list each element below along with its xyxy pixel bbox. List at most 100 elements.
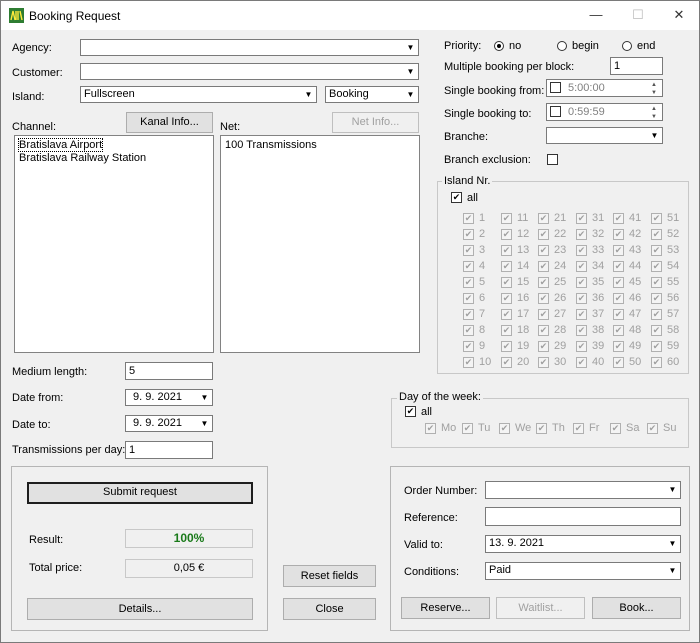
island-checkbox[interactable]: ✔ [538, 245, 549, 256]
day-checkbox[interactable]: ✔ [610, 423, 621, 434]
island-checkbox[interactable]: ✔ [463, 293, 474, 304]
spinner-icon[interactable]: ▲ ▼ [647, 81, 661, 97]
island-checkbox[interactable]: ✔ [538, 261, 549, 272]
island-checkbox[interactable]: ✔ [501, 213, 512, 224]
island-checkbox[interactable]: ✔ [576, 261, 587, 272]
island-checkbox[interactable]: ✔ [463, 245, 474, 256]
island-checkbox[interactable]: ✔ [463, 261, 474, 272]
branch-exclusion-checkbox[interactable] [547, 154, 558, 165]
island-checkbox[interactable]: ✔ [613, 293, 624, 304]
island-checkbox[interactable]: ✔ [576, 229, 587, 240]
customer-combobox[interactable]: ▼ [80, 63, 419, 80]
island-checkbox[interactable]: ✔ [613, 261, 624, 272]
net-info-button[interactable]: Net Info... [332, 112, 419, 133]
single-to-checkbox[interactable] [550, 106, 561, 117]
single-to-input[interactable]: 0:59:59 ▲ ▼ [546, 103, 663, 121]
list-item[interactable]: Bratislava Airport [17, 138, 104, 152]
close-button[interactable]: Close [283, 598, 376, 620]
island-checkbox[interactable]: ✔ [613, 325, 624, 336]
island-checkbox[interactable]: ✔ [613, 245, 624, 256]
list-item[interactable]: 100 Transmissions [225, 139, 317, 151]
chevron-down-icon[interactable]: ▼ [404, 65, 417, 78]
island-checkbox[interactable]: ✔ [613, 213, 624, 224]
priority-end-radio[interactable] [622, 41, 632, 51]
chevron-down-icon[interactable]: ▼ [198, 417, 211, 430]
island-checkbox[interactable]: ✔ [463, 277, 474, 288]
island-checkbox[interactable]: ✔ [613, 357, 624, 368]
island-checkbox[interactable]: ✔ [651, 293, 662, 304]
day-checkbox[interactable]: ✔ [647, 423, 658, 434]
island-checkbox[interactable]: ✔ [576, 245, 587, 256]
booking-type-combobox[interactable]: Booking ▼ [325, 86, 419, 103]
island-checkbox[interactable]: ✔ [651, 261, 662, 272]
island-checkbox[interactable]: ✔ [501, 293, 512, 304]
island-checkbox[interactable]: ✔ [538, 229, 549, 240]
island-checkbox[interactable]: ✔ [651, 325, 662, 336]
island-checkbox[interactable]: ✔ [538, 293, 549, 304]
island-checkbox[interactable]: ✔ [576, 293, 587, 304]
island-checkbox[interactable]: ✔ [501, 245, 512, 256]
island-checkbox[interactable]: ✔ [538, 213, 549, 224]
medium-length-input[interactable]: 5 [125, 362, 213, 380]
valid-to-picker[interactable]: 13. 9. 2021 ▼ [485, 535, 681, 553]
spinner-icon[interactable]: ▲ ▼ [647, 105, 661, 121]
island-checkbox[interactable]: ✔ [651, 341, 662, 352]
branche-combobox[interactable]: ▼ [546, 127, 663, 144]
close-window-button[interactable]: ✕ [664, 4, 694, 26]
date-from-picker[interactable]: 9. 9. 2021 ▼ [125, 389, 213, 406]
chevron-down-icon[interactable]: ▼ [666, 564, 679, 577]
island-checkbox[interactable]: ✔ [463, 309, 474, 320]
reserve-button[interactable]: Reserve... [401, 597, 490, 619]
priority-no-radio[interactable] [494, 41, 504, 51]
island-checkbox[interactable]: ✔ [576, 357, 587, 368]
island-checkbox[interactable]: ✔ [538, 309, 549, 320]
net-listbox[interactable]: 100 Transmissions [220, 135, 420, 353]
island-checkbox[interactable]: ✔ [501, 357, 512, 368]
reset-fields-button[interactable]: Reset fields [283, 565, 376, 587]
minimize-button[interactable]: — [581, 4, 611, 26]
single-from-checkbox[interactable] [550, 82, 561, 93]
priority-begin-radio[interactable] [557, 41, 567, 51]
kanal-info-button[interactable]: Kanal Info... [126, 112, 213, 133]
island-checkbox[interactable]: ✔ [463, 213, 474, 224]
island-checkbox[interactable]: ✔ [651, 229, 662, 240]
island-checkbox[interactable]: ✔ [538, 357, 549, 368]
day-checkbox[interactable]: ✔ [573, 423, 584, 434]
island-checkbox[interactable]: ✔ [501, 309, 512, 320]
maximize-button[interactable]: ☐ [623, 4, 653, 26]
day-checkbox[interactable]: ✔ [536, 423, 547, 434]
island-checkbox[interactable]: ✔ [613, 309, 624, 320]
island-checkbox[interactable]: ✔ [651, 245, 662, 256]
reference-input[interactable] [485, 507, 681, 526]
conditions-combobox[interactable]: Paid ▼ [485, 562, 681, 580]
day-all-checkbox[interactable]: ✔ [405, 406, 416, 417]
island-checkbox[interactable]: ✔ [538, 277, 549, 288]
multiple-booking-input[interactable]: 1 [610, 57, 663, 75]
island-combobox[interactable]: Fullscreen ▼ [80, 86, 317, 103]
single-from-input[interactable]: 5:00:00 ▲ ▼ [546, 79, 663, 97]
chevron-down-icon[interactable]: ▼ [302, 88, 315, 101]
list-item[interactable]: Bratislava Railway Station [19, 152, 146, 164]
island-checkbox[interactable]: ✔ [463, 357, 474, 368]
island-checkbox[interactable]: ✔ [501, 277, 512, 288]
agency-combobox[interactable]: ▼ [80, 39, 419, 56]
island-checkbox[interactable]: ✔ [576, 309, 587, 320]
island-checkbox[interactable]: ✔ [576, 213, 587, 224]
day-checkbox[interactable]: ✔ [425, 423, 436, 434]
title-bar[interactable]: Booking Request — ☐ ✕ [1, 1, 699, 30]
island-checkbox[interactable]: ✔ [613, 277, 624, 288]
island-checkbox[interactable]: ✔ [613, 229, 624, 240]
island-checkbox[interactable]: ✔ [463, 229, 474, 240]
day-checkbox[interactable]: ✔ [462, 423, 473, 434]
island-checkbox[interactable]: ✔ [538, 341, 549, 352]
island-checkbox[interactable]: ✔ [651, 277, 662, 288]
date-to-picker[interactable]: 9. 9. 2021 ▼ [125, 415, 213, 432]
details-button[interactable]: Details... [27, 598, 253, 620]
chevron-down-icon[interactable]: ▼ [404, 41, 417, 54]
island-checkbox[interactable]: ✔ [576, 277, 587, 288]
island-all-checkbox[interactable]: ✔ [451, 192, 462, 203]
island-checkbox[interactable]: ✔ [651, 357, 662, 368]
day-checkbox[interactable]: ✔ [499, 423, 510, 434]
island-checkbox[interactable]: ✔ [613, 341, 624, 352]
island-checkbox[interactable]: ✔ [651, 213, 662, 224]
